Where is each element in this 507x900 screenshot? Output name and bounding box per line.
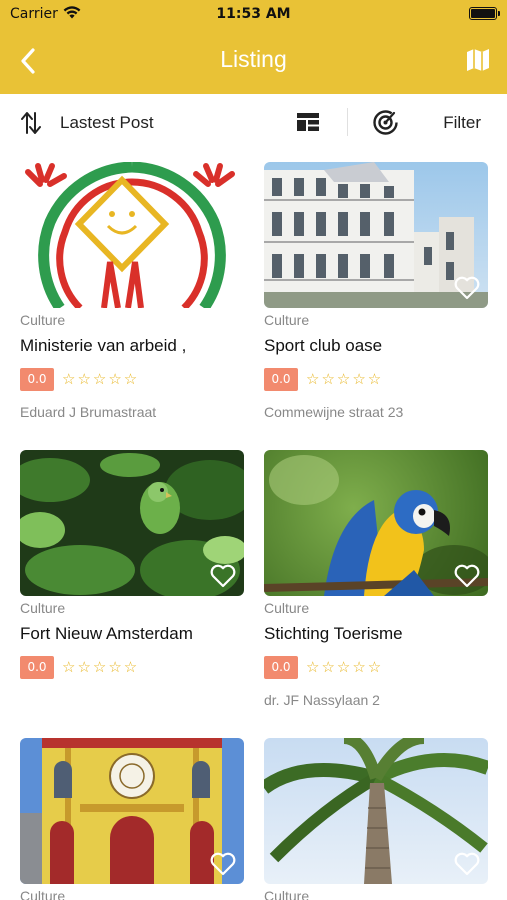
sort-button[interactable]: Lastest Post <box>60 113 154 133</box>
header-bar: Carrier 11:53 AM Listing <box>0 0 507 94</box>
listing-address: Commewijne straat 23 <box>264 404 404 420</box>
star-rating: ☆☆☆☆☆ <box>306 370 384 388</box>
battery-icon <box>469 7 500 20</box>
page-title: Listing <box>220 46 287 72</box>
favorite-heart-icon[interactable] <box>454 276 480 300</box>
star-rating: ☆☆☆☆☆ <box>62 658 140 676</box>
listing-address: Eduard J Brumastraat <box>20 404 157 420</box>
listing-name[interactable]: Stichting Toerisme <box>264 624 403 644</box>
favorite-heart-icon[interactable] <box>454 564 480 588</box>
listing-card[interactable]: Culture Stichting Toerisme 0.0 ☆☆☆☆☆ dr.… <box>264 450 488 720</box>
listing-image[interactable] <box>20 162 244 308</box>
listing-toolbar: Lastest Post Filter <box>0 94 507 152</box>
sort-icon[interactable] <box>20 111 42 135</box>
listing-card[interactable]: Culture Sport club oase 0.0 ☆☆☆☆☆ Commew… <box>264 162 488 432</box>
star-rating: ☆☆☆☆☆ <box>306 658 384 676</box>
map-icon[interactable] <box>465 47 491 73</box>
listing-category: Culture <box>20 600 66 616</box>
listing-category: Culture <box>264 888 310 900</box>
listing-category: Culture <box>264 600 310 616</box>
grid-layout-icon[interactable] <box>297 113 319 131</box>
listing-name[interactable]: Sport club oase <box>264 336 382 356</box>
rating-badge: 0.0 <box>20 656 54 679</box>
listing-card[interactable]: Culture Fort Nieuw Amsterdam 0.0 ☆☆☆☆☆ <box>20 450 244 720</box>
listing-name[interactable]: Ministerie van arbeid , <box>20 336 186 356</box>
toolbar-divider <box>347 108 348 136</box>
listing-address: dr. JF Nassylaan 2 <box>264 692 380 708</box>
listing-card[interactable]: Culture <box>20 738 244 900</box>
rating-badge: 0.0 <box>20 368 54 391</box>
rating-badge: 0.0 <box>264 656 298 679</box>
favorite-heart-icon[interactable] <box>454 852 480 876</box>
star-rating: ☆☆☆☆☆ <box>62 370 140 388</box>
listing-category: Culture <box>20 888 66 900</box>
favorite-heart-icon[interactable] <box>210 564 236 588</box>
filter-button[interactable]: Filter <box>443 113 481 133</box>
listing-card[interactable]: Culture <box>264 738 488 900</box>
listing-card[interactable]: Culture Ministerie van arbeid , 0.0 ☆☆☆☆… <box>20 162 244 432</box>
status-bar: Carrier 11:53 AM <box>0 0 507 28</box>
listing-name[interactable]: Fort Nieuw Amsterdam <box>20 624 193 644</box>
nearby-radar-icon[interactable] <box>372 109 399 136</box>
listing-category: Culture <box>264 312 310 328</box>
rating-badge: 0.0 <box>264 368 298 391</box>
listing-category: Culture <box>20 312 66 328</box>
status-time: 11:53 AM <box>216 6 291 22</box>
favorite-heart-icon[interactable] <box>210 852 236 876</box>
